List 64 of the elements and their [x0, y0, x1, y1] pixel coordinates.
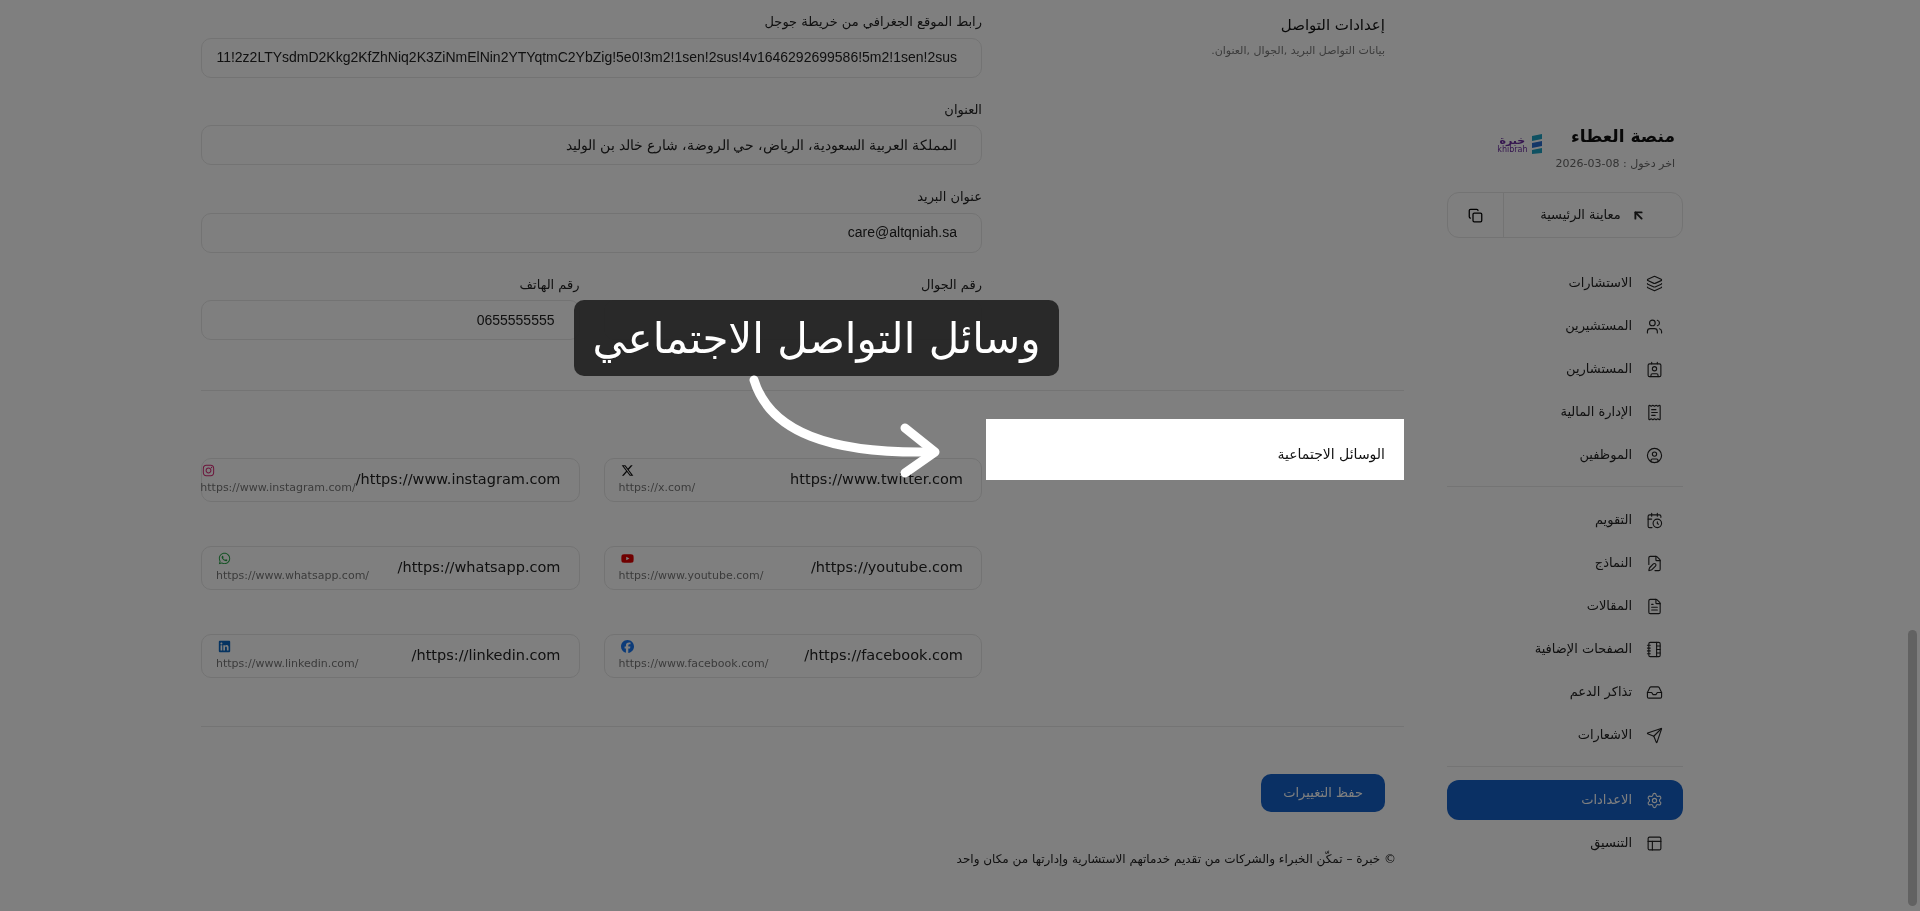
field-label: عنوان البريد	[916, 188, 982, 207]
contact-card-icon	[1646, 360, 1663, 378]
receipt-icon	[1646, 403, 1663, 421]
instagram-icon	[202, 463, 216, 477]
facebook-icon	[620, 639, 634, 653]
input-field[interactable]: 11!2z2LTYsdmD2Kkg2KfZhNiq2K3ZiNmElNin2YTYqtmC2YbZig!5e0!3m2!1sen!2sus!4v1646292699586!5m2!1sen!2sus	[201, 37, 982, 78]
social-link-field[interactable]: https://facebook.com/ https://www.facebook.com/	[603, 634, 982, 678]
social-link-field[interactable]: https://whatsapp.com/ https://www.whatsapp.com/	[201, 546, 580, 590]
sidebar-item[interactable]: الصفحات الإضافية	[1447, 629, 1683, 669]
input-field[interactable]: المملكة العربية السعودية، الرياض، حي الروضة، شارع خالد بن الوليد	[201, 125, 982, 165]
sidebar-item[interactable]: التنسيق	[1447, 823, 1683, 863]
link-hint: https://www.youtube.com/	[618, 567, 764, 584]
sidebar-item[interactable]: تذاكر الدعم	[1447, 672, 1683, 712]
preview-home-button[interactable]: معاينة الرئيسية	[1504, 193, 1682, 237]
link-hint: https://www.whatsapp.com/	[216, 567, 370, 584]
form-icon	[1646, 554, 1663, 572]
sidebar-item[interactable]: المستشارين	[1447, 349, 1683, 389]
linkedin-icon	[218, 639, 231, 653]
send-icon	[1646, 726, 1663, 744]
copy-icon	[1468, 207, 1483, 223]
footer-text: © خبرة – تمكّن الخبراء والشركات من تقديم خدماتهم الاستشارية وإدارتها من مكان واحد	[955, 850, 1397, 868]
inbox-icon	[1646, 683, 1663, 701]
x-logo-icon	[620, 463, 634, 477]
document-icon	[1646, 597, 1663, 615]
sidebar-item[interactable]: المستشيرين	[1447, 306, 1683, 346]
link-hint: https://x.com/	[618, 479, 696, 496]
last-login: اخر دخول : 08-03-2026	[1555, 155, 1675, 172]
link-hint: https://www.facebook.com/	[618, 655, 769, 672]
save-button[interactable]: حفظ التغييرات	[1261, 774, 1385, 812]
field-label: رقم الجوال	[920, 275, 982, 294]
link-hint: https://www.linkedin.com/	[216, 655, 359, 672]
field-label: العنوان	[943, 100, 982, 119]
user-icon	[1646, 446, 1663, 464]
tour-tooltip: وسائل التواصل الاجتماعي	[574, 300, 1059, 376]
youtube-icon	[620, 551, 634, 565]
section-title: إعدادات التواصل	[1279, 15, 1385, 36]
social-link-field[interactable]: https://youtube.com/ https://www.youtube.com/	[603, 546, 982, 590]
social-link-field[interactable]: https://linkedin.com/ https://www.linkedin.com/	[201, 634, 580, 678]
sidebar-item[interactable]: الإدارة المالية	[1447, 392, 1683, 432]
field-label: رابط الموقع الجغرافي من خريطة جوجل	[763, 13, 982, 32]
section-subtitle: بيانات التواصل البريد ,الجوال ,العنوان.	[1210, 42, 1385, 59]
input-field[interactable]: care@altqniah.sa	[201, 212, 982, 253]
notebook-icon	[1646, 640, 1663, 658]
settings-icon	[1646, 791, 1663, 809]
logo-latin-text: khibrah	[1497, 145, 1528, 154]
social-link-field[interactable]: https://www.twitter.com https://x.com/	[603, 458, 982, 502]
sidebar-item[interactable]: الاشعارات	[1447, 715, 1683, 755]
layers-icon	[1646, 274, 1663, 292]
logo-mark-icon	[1529, 134, 1544, 154]
link-hint: https://www.instagram.com/	[200, 480, 356, 496]
logo-text: خبرة	[1499, 134, 1526, 146]
field-label: رقم الهاتف	[518, 275, 580, 294]
sidebar-item[interactable]: الموظفين	[1447, 435, 1683, 475]
section-title: الوسائل الاجتماعية	[1277, 446, 1385, 462]
sidebar-item[interactable]: الاستشارات	[1447, 263, 1683, 303]
platform-name: منصة العطاء	[1570, 125, 1675, 148]
whatsapp-icon	[218, 551, 231, 565]
layout-icon	[1646, 834, 1663, 852]
users-icon	[1646, 317, 1663, 335]
sidebar-item[interactable]: المقالات	[1447, 586, 1683, 626]
sidebar-item[interactable]: النماذج	[1447, 543, 1683, 583]
sidebar-item[interactable]: الاعدادات	[1447, 780, 1683, 820]
calendar-icon	[1646, 511, 1663, 529]
sidebar-item[interactable]: التقويم	[1447, 500, 1683, 540]
